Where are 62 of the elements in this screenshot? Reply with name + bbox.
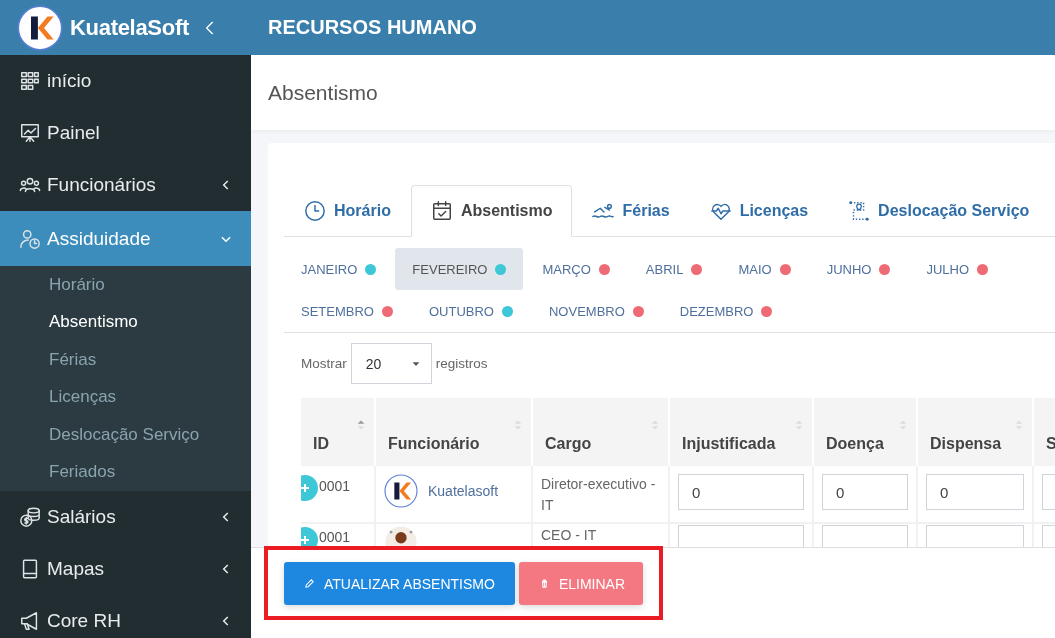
month-tab[interactable]: MAIO: [721, 248, 808, 290]
month-tab[interactable]: OUTUBRO: [411, 290, 530, 332]
grid-icon: [19, 70, 41, 92]
month-tab[interactable]: ABRIL: [628, 248, 720, 290]
column-header[interactable]: Injustificada: [669, 398, 813, 466]
id-cell: 0001: [319, 529, 351, 545]
cargo-cell-text: Diretor-executivo - IT: [541, 475, 657, 515]
submenu-item[interactable]: Férias: [0, 341, 251, 379]
tab[interactable]: Deslocação Serviço: [828, 185, 1050, 237]
column-header[interactable]: Cargo: [532, 398, 669, 466]
month-tab[interactable]: DEZEMBRO: [662, 290, 790, 332]
sidebar-item[interactable]: Core RH: [0, 595, 251, 638]
page-header-title: RECURSOS HUMANO: [268, 16, 477, 39]
submenu-item[interactable]: Licenças: [0, 378, 251, 416]
employee-link[interactable]: Kuatelasoft: [428, 483, 499, 499]
calendar-check-icon: [430, 200, 453, 222]
brand-name: KuatelaSoft: [70, 14, 189, 41]
tab[interactable]: Licenças: [689, 185, 829, 237]
column-header[interactable]: Dispensa: [917, 398, 1033, 466]
page-title: Absentismo: [268, 80, 378, 105]
cargo-cell-text: CEO - IT: [541, 526, 598, 545]
sidebar-item[interactable]: Painel: [0, 107, 251, 159]
update-button[interactable]: ATUALIZAR ABSENTISMO: [284, 562, 515, 605]
month-tab[interactable]: SETEMBRO: [284, 290, 410, 332]
sidebar-item[interactable]: Assiduidade: [0, 211, 251, 266]
submenu-item[interactable]: Deslocação Serviço: [0, 416, 251, 454]
route-icon: [848, 200, 871, 222]
month-tab[interactable]: JULHO: [909, 248, 1006, 290]
sidebar-item[interactable]: Salários: [0, 491, 251, 543]
number-field[interactable]: 0: [926, 474, 1024, 510]
show-label: Mostrar: [301, 356, 347, 371]
sidebar-item[interactable]: início: [0, 55, 251, 107]
page-size-select[interactable]: 20: [350, 343, 432, 384]
number-field[interactable]: 0: [678, 474, 804, 510]
tab[interactable]: Horário: [284, 185, 411, 237]
tab[interactable]: Férias: [572, 185, 690, 237]
sidebar-item[interactable]: Funcionários: [0, 159, 251, 211]
number-field[interactable]: 0: [822, 474, 908, 510]
submenu-item[interactable]: Feriados: [0, 453, 251, 491]
clock-icon: [304, 200, 326, 222]
column-header[interactable]: ID: [301, 398, 375, 466]
pencil-icon: [304, 578, 315, 589]
month-tab[interactable]: JUNHO: [809, 248, 908, 290]
plus-icon: [301, 534, 311, 546]
month-tab[interactable]: NOVEMBRO: [531, 290, 661, 332]
month-tab[interactable]: MARÇO: [525, 248, 627, 290]
k-logo-icon: [384, 474, 418, 508]
submenu-item[interactable]: Absentismo: [0, 303, 251, 341]
tab[interactable]: Absentismo: [410, 185, 573, 237]
submenu-item[interactable]: Horário: [0, 266, 251, 304]
plus-icon: [301, 482, 311, 494]
coins-icon: [19, 506, 41, 528]
sidebar-item[interactable]: Mapas: [0, 543, 251, 595]
records-label: registros: [435, 356, 488, 371]
column-header[interactable]: Doença: [813, 398, 917, 466]
user-clock-icon: [19, 227, 41, 250]
month-tab[interactable]: FEVEREIRO: [395, 248, 524, 290]
presentation-board-icon: [19, 122, 41, 144]
column-header[interactable]: Funcionário: [375, 398, 532, 466]
k-logo-icon: [17, 4, 63, 51]
month-tab[interactable]: JANEIRO: [284, 248, 394, 290]
id-cell: 0001: [319, 478, 351, 494]
